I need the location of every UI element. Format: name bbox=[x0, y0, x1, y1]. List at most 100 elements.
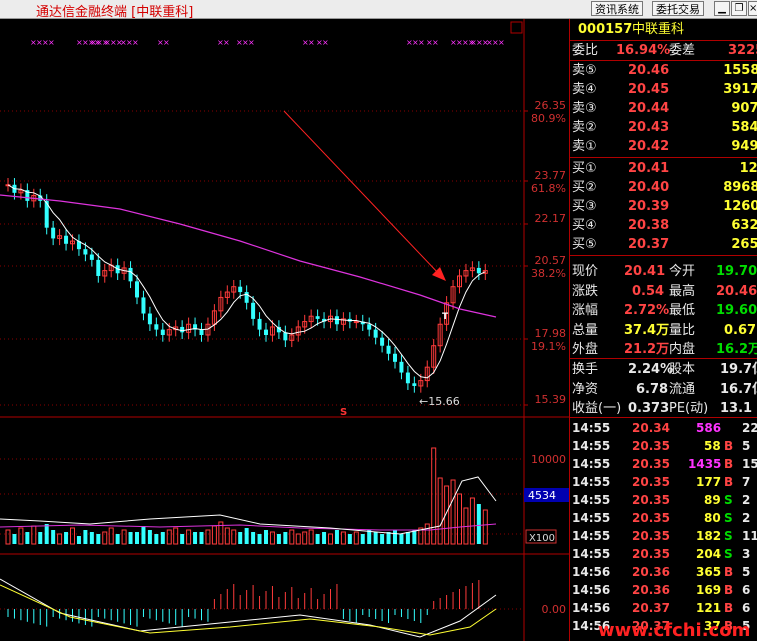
macd-tick-label: 0.00 bbox=[542, 603, 567, 616]
fund-value: 2.24% bbox=[628, 362, 674, 377]
volume-bar bbox=[308, 529, 314, 545]
tick-volume: 58 bbox=[704, 439, 721, 453]
stock-name: 中联重科 bbox=[632, 22, 685, 37]
ask-volume: 949 bbox=[731, 139, 757, 154]
candle-body bbox=[412, 383, 417, 386]
ask-label: 卖④ bbox=[572, 82, 597, 97]
candle-body bbox=[128, 267, 133, 282]
ask-row: 卖② 20.43 584 bbox=[570, 118, 757, 137]
tick-side: S bbox=[724, 493, 733, 507]
tick-side: B bbox=[724, 439, 734, 453]
bid-price: 20.40 bbox=[628, 180, 670, 195]
tick-time: 14:56 bbox=[572, 601, 611, 615]
tick-side: S bbox=[724, 529, 733, 543]
price-tick-label: 22.17 bbox=[535, 212, 567, 225]
stock-code: 000157 bbox=[578, 22, 633, 37]
stats-row: 总量 37.4万 量比 0.67 bbox=[570, 321, 757, 340]
volume-bar bbox=[334, 530, 339, 544]
volume-bar bbox=[405, 532, 410, 544]
volume-bar bbox=[283, 532, 288, 544]
bid-label: 买② bbox=[572, 180, 597, 195]
candle-body bbox=[154, 324, 159, 330]
tick-time: 14:55 bbox=[572, 457, 611, 471]
volume-bar bbox=[12, 534, 17, 544]
volume-bar bbox=[108, 527, 114, 545]
tick-price: 20.35 bbox=[632, 529, 670, 543]
signal-marker: × bbox=[48, 38, 55, 47]
volume-bar bbox=[457, 493, 462, 545]
signal-marker: × bbox=[223, 38, 230, 47]
volume-bar bbox=[257, 534, 262, 544]
current-volume-label: 4534 bbox=[528, 489, 556, 502]
volume-bar bbox=[135, 532, 139, 544]
tick-volume: 121 bbox=[696, 601, 722, 615]
kline-chart[interactable]: × × × × × × × ×× × ×× × ×× × × × × × × × × × × × × × × × × × × × × × ×× × ×… bbox=[0, 19, 569, 641]
stat-label: 涨跌 bbox=[572, 283, 599, 299]
tick-volume: 177 bbox=[696, 475, 722, 489]
restore-icon[interactable]: ❐ bbox=[731, 1, 747, 16]
fund-label: 换手 bbox=[572, 362, 599, 377]
stat-label: 最高 bbox=[669, 283, 696, 299]
fib-pct-label: 19.1% bbox=[531, 340, 566, 353]
stat-value: 20.46 bbox=[716, 283, 757, 299]
signal-marker: × bbox=[308, 38, 315, 47]
stat-value: 21.2万 bbox=[624, 342, 670, 358]
stat-label: 最低 bbox=[669, 303, 696, 319]
ask-label: 卖③ bbox=[572, 101, 597, 116]
price-tick-label: 17.98 bbox=[535, 327, 567, 340]
volume-bar bbox=[224, 527, 230, 545]
news-system-button[interactable]: 资讯系统 bbox=[591, 1, 643, 16]
divider bbox=[570, 417, 757, 418]
ask-volume: 1558 bbox=[723, 63, 757, 78]
close-icon[interactable]: × bbox=[748, 1, 757, 16]
stat-label: 总量 bbox=[572, 322, 599, 338]
volume-bar bbox=[347, 534, 352, 544]
candle-body bbox=[334, 316, 339, 325]
volume-bar bbox=[180, 534, 185, 544]
volume-bar bbox=[128, 532, 133, 544]
fib-pct-label: 61.8% bbox=[531, 182, 566, 195]
volume-bar bbox=[44, 524, 49, 544]
low-price-marker: ←15.66 bbox=[419, 395, 460, 408]
tick-time: 14:56 bbox=[572, 583, 611, 597]
tick-side: B bbox=[724, 601, 734, 615]
volume-bar bbox=[328, 533, 333, 545]
volume-bar bbox=[469, 497, 475, 545]
divider bbox=[570, 255, 757, 256]
candle-body bbox=[83, 249, 88, 255]
s-signal-marker: S bbox=[340, 407, 347, 418]
volume-bar bbox=[25, 532, 30, 544]
tick-count: 2 bbox=[742, 511, 751, 525]
signal-marker: × bbox=[248, 38, 255, 47]
ma5-line bbox=[7, 184, 486, 379]
candle-body bbox=[51, 227, 56, 239]
tick-volume: 80 bbox=[704, 511, 721, 525]
volume-bar bbox=[264, 530, 268, 544]
tick-count: 5 bbox=[742, 439, 751, 453]
volume-bar bbox=[289, 529, 295, 545]
candle-body bbox=[380, 337, 385, 346]
trade-button[interactable]: 委托交易 bbox=[652, 1, 704, 16]
tick-price: 20.35 bbox=[632, 457, 670, 471]
tick-row: 14:55 20.35 182 S 11 bbox=[570, 527, 757, 545]
candle-body bbox=[147, 313, 152, 325]
tick-price: 20.34 bbox=[632, 421, 670, 435]
volume-bar bbox=[141, 526, 146, 544]
stock-header: 000157 中联重科 bbox=[570, 20, 757, 39]
tick-count: 22 bbox=[742, 421, 757, 435]
candle-body bbox=[96, 259, 101, 276]
ask-label: 卖② bbox=[572, 120, 597, 135]
tick-row: 14:55 20.35 1435 B 15 bbox=[570, 455, 757, 473]
fund-label: 流通 bbox=[669, 381, 696, 397]
bid-volume: 1260 bbox=[723, 199, 757, 214]
stat-value: 20.41 bbox=[624, 264, 666, 279]
tick-volume: 89 bbox=[704, 493, 721, 507]
ask-price: 20.43 bbox=[628, 120, 670, 135]
minimize-icon[interactable]: ▁ bbox=[714, 1, 730, 16]
fund-label: 收益(一) bbox=[572, 401, 622, 417]
ask-price: 20.44 bbox=[628, 101, 670, 116]
ask-label: 卖⑤ bbox=[572, 63, 597, 78]
tick-price: 20.35 bbox=[632, 439, 670, 453]
ask-price: 20.42 bbox=[628, 139, 670, 154]
tick-side: S bbox=[724, 547, 733, 561]
